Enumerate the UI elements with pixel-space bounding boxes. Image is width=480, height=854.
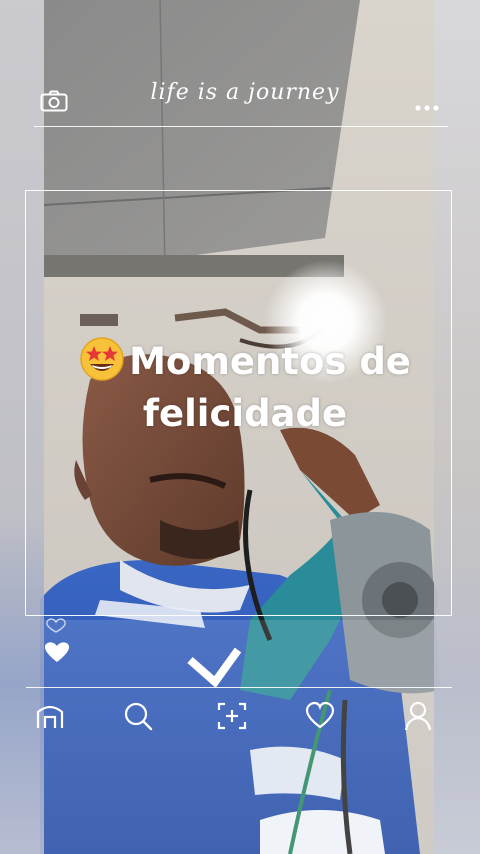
reaction-hearts [44,610,84,674]
add-post-icon[interactable] [216,700,248,732]
bottom-nav-divider [26,687,452,688]
more-dots-icon[interactable] [414,97,440,111]
post-title-text: Momentos de felicidade [129,340,411,435]
heart-filled-icon [44,642,70,662]
heart-outline-icon [46,618,66,633]
search-icon[interactable] [122,700,154,732]
header-divider [34,126,448,127]
camera-icon[interactable] [40,90,68,112]
home-icon[interactable] [34,700,66,732]
star-struck-emoji [79,336,125,382]
post-title: Momentos de felicidade [60,336,430,440]
profile-icon[interactable] [402,700,434,732]
heart-icon[interactable] [304,700,336,732]
brand-title: life is a journey [150,80,340,105]
